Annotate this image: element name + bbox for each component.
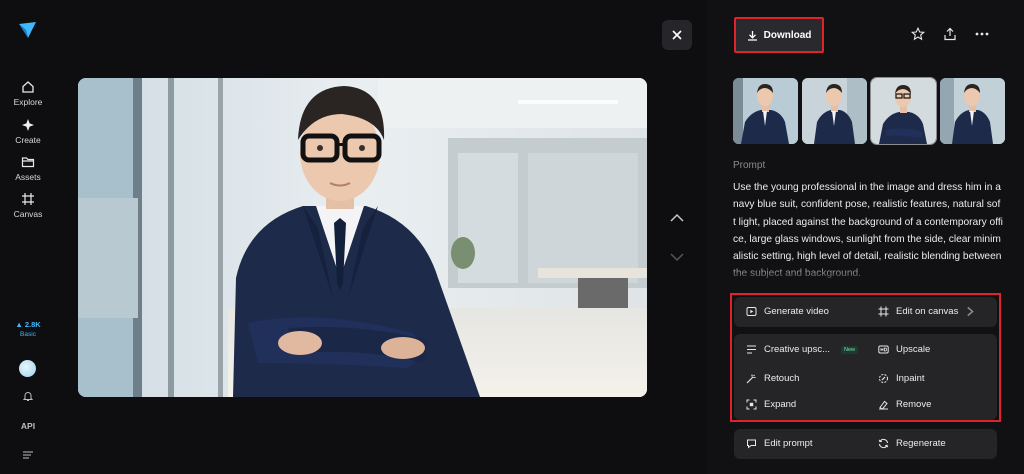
api-link[interactable]: API: [0, 421, 56, 431]
edit-prompt-label: Edit prompt: [764, 438, 813, 449]
credits-amount: ▲ 2.8K: [15, 320, 41, 329]
nav-assets-label: Assets: [15, 172, 41, 182]
download-label: Download: [763, 29, 812, 41]
menu-icon: [23, 451, 33, 459]
nav-create-label: Create: [15, 135, 41, 145]
menu-button[interactable]: [0, 450, 56, 460]
chevron-down-icon: [670, 252, 684, 261]
app-logo-icon[interactable]: [17, 20, 37, 40]
download-button[interactable]: Download: [734, 17, 824, 53]
chevron-up-icon: [670, 213, 684, 222]
next-image-button[interactable]: [668, 248, 686, 266]
bell-icon: [22, 392, 34, 401]
nav-canvas-label: Canvas: [13, 209, 43, 219]
regenerate-label: Regenerate: [896, 438, 946, 449]
image-viewer: [56, 0, 706, 474]
regenerate-icon: [878, 438, 889, 449]
portrait-image: [78, 78, 647, 397]
prompt-fade: [733, 262, 1003, 284]
details-panel: Download Prompt Use the young profession…: [706, 0, 1024, 474]
more-icon: [975, 32, 989, 36]
home-icon: [22, 81, 34, 93]
sparkle-icon: [22, 119, 34, 131]
credits-value: 2.8K: [24, 320, 41, 329]
folder-icon: [21, 157, 35, 168]
notifications-button[interactable]: [0, 390, 56, 402]
highlighted-actions-frame: [730, 293, 1001, 422]
prompt-label: Prompt: [733, 160, 766, 171]
star-icon: [911, 27, 925, 41]
left-sidebar: Explore Create Assets Canvas ▲ 2.8K Basi…: [0, 0, 56, 474]
canvas-icon: [22, 193, 34, 205]
plan-name: Basic: [20, 331, 36, 338]
nav-canvas[interactable]: Canvas: [0, 192, 56, 219]
thumbnail-selected[interactable]: [870, 77, 937, 145]
generated-image[interactable]: [78, 78, 647, 397]
more-options-button[interactable]: [974, 26, 990, 42]
favorite-button[interactable]: [910, 26, 926, 42]
thumbnail[interactable]: [802, 78, 867, 144]
share-icon: [944, 27, 956, 41]
variation-thumbnails: [733, 77, 1005, 145]
edit-prompt-icon: [747, 439, 756, 449]
thumbnail[interactable]: [940, 78, 1005, 144]
nav-assets[interactable]: Assets: [0, 155, 56, 182]
download-icon: [747, 30, 757, 41]
previous-image-button[interactable]: [668, 208, 686, 226]
close-button[interactable]: [662, 20, 692, 50]
nav-explore[interactable]: Explore: [0, 80, 56, 107]
credits-indicator[interactable]: ▲ 2.8K Basic: [0, 320, 56, 338]
avatar[interactable]: [19, 360, 36, 377]
regenerate-button[interactable]: Regenerate: [878, 438, 946, 449]
share-button[interactable]: [942, 26, 958, 42]
prompt-actions-row: Edit prompt Regenerate: [734, 429, 997, 459]
edit-prompt-button[interactable]: Edit prompt: [746, 438, 813, 449]
nav-create[interactable]: Create: [0, 118, 56, 145]
nav-explore-label: Explore: [13, 97, 43, 107]
close-icon: [672, 30, 682, 40]
thumbnail[interactable]: [733, 78, 798, 144]
